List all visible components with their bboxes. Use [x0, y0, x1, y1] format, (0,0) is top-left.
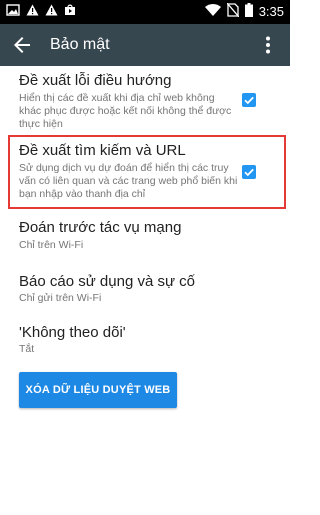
- system-icons: 3:35: [204, 2, 284, 22]
- setting-title: Báo cáo sử dụng và sự cố: [19, 273, 196, 290]
- checkmark-icon: [244, 168, 254, 177]
- setting-title: 'Không theo dõi': [19, 324, 126, 341]
- setting-network-prediction[interactable]: Đoán trước tác vụ mạng Chỉ trên Wi-Fi: [0, 211, 290, 261]
- setting-summary: Tắt: [19, 343, 35, 355]
- setting-summary: Sử dụng dịch vụ dự đoán để hiển thị các …: [19, 162, 238, 200]
- setting-summary: Chỉ trên Wi-Fi: [19, 239, 84, 251]
- setting-title: Đề xuất tìm kiếm và URL: [19, 142, 186, 159]
- setting-search-url-suggestions[interactable]: Đề xuất tìm kiếm và URL Sử dụng dịch vụ …: [0, 135, 290, 209]
- overflow-menu-icon[interactable]: [256, 33, 280, 57]
- battery-icon: [244, 2, 253, 22]
- play-store-icon: [64, 3, 76, 21]
- page-title: Bảo mật: [50, 36, 110, 53]
- setting-summary: Chỉ gửi trên Wi-Fi: [19, 292, 102, 304]
- setting-usage-crash-reports[interactable]: Báo cáo sử dụng và sự cố Chỉ gửi trên Wi…: [0, 263, 290, 313]
- setting-do-not-track[interactable]: 'Không theo dõi' Tắt: [0, 315, 290, 363]
- notification-icons: [6, 3, 76, 21]
- app-bar: Bảo mật: [0, 24, 290, 66]
- setting-navigation-error-suggestions[interactable]: Đề xuất lỗi điều hướng Hiển thị các đề x…: [0, 66, 290, 134]
- navigation-error-checkbox[interactable]: [242, 93, 256, 107]
- status-bar: 3:35: [0, 0, 290, 24]
- setting-title: Đề xuất lỗi điều hướng: [19, 72, 172, 89]
- search-url-checkbox[interactable]: [242, 165, 256, 179]
- wifi-icon: [204, 3, 221, 21]
- clear-browsing-data-button[interactable]: XÓA DỮ LIỆU DUYỆT WEB: [19, 372, 177, 408]
- no-sim-icon: [226, 2, 240, 22]
- back-arrow-icon[interactable]: [10, 33, 34, 57]
- image-icon: [6, 3, 20, 21]
- warning-icon: [26, 3, 39, 21]
- setting-summary: Hiển thị các đề xuất khi địa chỉ web khô…: [19, 92, 232, 130]
- clock: 3:35: [258, 4, 284, 19]
- checkmark-icon: [244, 96, 254, 105]
- setting-title: Đoán trước tác vụ mạng: [19, 219, 182, 236]
- warning-icon: [45, 3, 58, 21]
